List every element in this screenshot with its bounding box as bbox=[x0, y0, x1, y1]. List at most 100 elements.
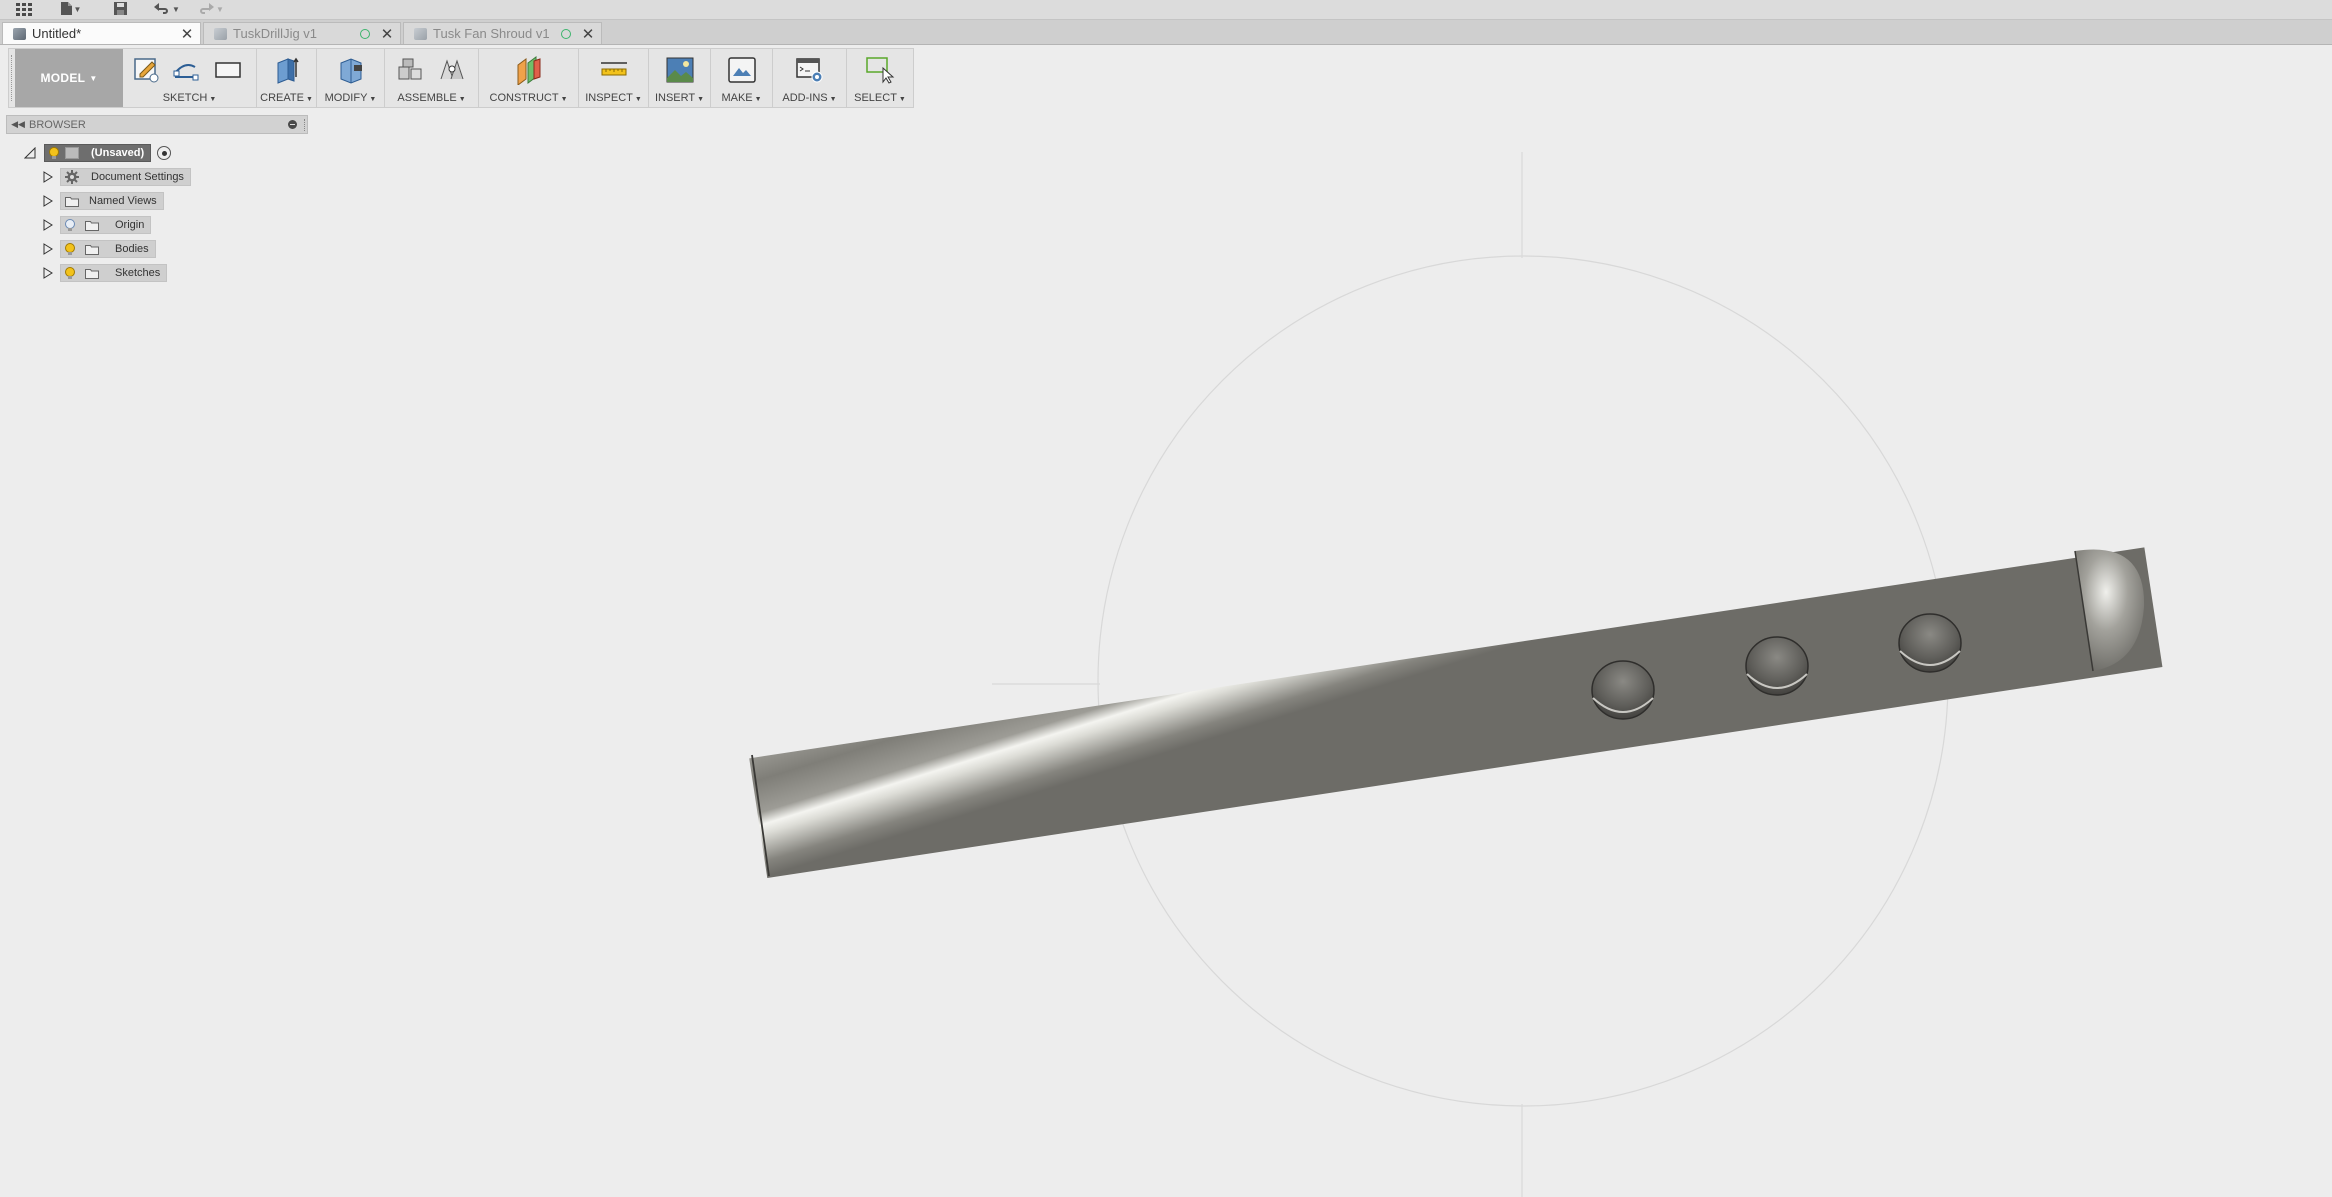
bodies-box[interactable]: Bodies bbox=[60, 240, 156, 258]
model-viewport[interactable] bbox=[0, 0, 2332, 1197]
browser-node-named-views[interactable]: Named Views bbox=[42, 192, 164, 210]
scripts-addins-icon[interactable] bbox=[795, 55, 825, 85]
select-menu[interactable]: SELECT ▼ bbox=[847, 92, 913, 104]
sync-status-icon bbox=[360, 28, 370, 39]
chevron-down-icon: ▼ bbox=[89, 73, 98, 83]
create-sketch-icon[interactable] bbox=[131, 55, 161, 85]
browser-node-document-settings[interactable]: Document Settings bbox=[42, 168, 191, 186]
assemble-group: ASSEMBLE ▼ bbox=[385, 49, 479, 107]
pin-panel-icon[interactable] bbox=[288, 120, 297, 129]
chevron-down-icon: ▼ bbox=[216, 5, 224, 14]
root-node-box[interactable]: (Unsaved) bbox=[44, 144, 152, 162]
measure-icon[interactable] bbox=[599, 55, 629, 85]
chevron-down-icon: ▼ bbox=[560, 96, 568, 103]
collapsed-triangle-icon[interactable] bbox=[42, 267, 54, 279]
folder-icon bbox=[85, 268, 99, 279]
drill-holes[interactable] bbox=[1591, 613, 1962, 720]
addins-menu[interactable]: ADD-INS ▼ bbox=[773, 92, 846, 104]
close-icon[interactable]: ✕ bbox=[581, 25, 595, 43]
chevron-down-icon: ▼ bbox=[898, 96, 906, 103]
panel-resize-handle[interactable] bbox=[304, 119, 307, 131]
save-button[interactable] bbox=[108, 0, 132, 19]
extrude-icon[interactable] bbox=[272, 55, 302, 85]
chevron-down-icon: ▼ bbox=[697, 96, 705, 103]
chevron-down-icon: ▼ bbox=[829, 96, 837, 103]
sync-status-icon bbox=[561, 28, 571, 39]
new-component-icon[interactable] bbox=[395, 55, 425, 85]
make-menu[interactable]: MAKE ▼ bbox=[711, 92, 772, 104]
create-menu[interactable]: CREATE ▼ bbox=[257, 92, 316, 104]
joint-icon[interactable] bbox=[437, 55, 467, 85]
design-document-icon bbox=[13, 27, 26, 40]
named-views-box[interactable]: Named Views bbox=[60, 192, 164, 210]
sketch-menu[interactable]: SKETCH ▼ bbox=[123, 92, 256, 104]
assemble-menu[interactable]: ASSEMBLE ▼ bbox=[385, 92, 478, 104]
chevron-down-icon: ▼ bbox=[458, 96, 466, 103]
activate-radio-icon[interactable] bbox=[157, 146, 172, 160]
redo-button[interactable]: ▼ bbox=[194, 0, 228, 19]
insert-image-icon[interactable] bbox=[665, 55, 695, 85]
3d-print-icon[interactable] bbox=[727, 55, 757, 85]
file-menu-button[interactable]: ▼ bbox=[56, 0, 86, 19]
origin-box[interactable]: Origin bbox=[60, 216, 152, 234]
tab-untitled[interactable]: Untitled* ✕ bbox=[2, 22, 201, 44]
toolbar-grip[interactable] bbox=[11, 55, 14, 101]
save-icon bbox=[113, 1, 127, 18]
data-panel-grid-icon[interactable] bbox=[12, 0, 36, 19]
document-settings-box[interactable]: Document Settings bbox=[60, 168, 191, 186]
browser-node-bodies[interactable]: Bodies bbox=[42, 240, 156, 258]
select-group: SELECT ▼ bbox=[847, 49, 913, 107]
addins-group: ADD-INS ▼ bbox=[773, 49, 847, 107]
collapsed-triangle-icon[interactable] bbox=[42, 195, 54, 207]
rectangle-icon[interactable] bbox=[213, 55, 243, 85]
select-icon[interactable] bbox=[865, 55, 895, 85]
chevron-down-icon: ▼ bbox=[634, 96, 642, 103]
browser-node-origin[interactable]: Origin bbox=[42, 216, 152, 234]
close-icon[interactable]: ✕ bbox=[380, 25, 394, 43]
collapsed-triangle-icon[interactable] bbox=[42, 171, 54, 183]
press-pull-icon[interactable] bbox=[336, 55, 366, 85]
tab-tuskdrilljig[interactable]: TuskDrillJig v1 ✕ bbox=[203, 22, 401, 44]
lightbulb-icon[interactable] bbox=[63, 242, 77, 256]
lightbulb-off-icon[interactable] bbox=[63, 218, 77, 232]
chevron-down-icon: ▼ bbox=[305, 96, 313, 103]
modify-label: MODIFY bbox=[324, 92, 368, 104]
browser-node-sketches[interactable]: Sketches bbox=[42, 264, 168, 282]
insert-menu[interactable]: INSERT ▼ bbox=[649, 92, 710, 104]
tab-tusk-fan-shroud[interactable]: Tusk Fan Shroud v1 ✕ bbox=[403, 22, 602, 44]
browser-panel-header: ◀◀ BROWSER bbox=[6, 115, 308, 134]
lightbulb-icon[interactable] bbox=[63, 266, 77, 280]
lightbulb-icon[interactable] bbox=[47, 146, 61, 160]
construct-group: CONSTRUCT ▼ bbox=[479, 49, 579, 107]
inspect-menu[interactable]: INSPECT ▼ bbox=[579, 92, 648, 104]
chevron-down-icon: ▼ bbox=[754, 96, 762, 103]
expanded-triangle-icon[interactable] bbox=[24, 147, 36, 159]
hole[interactable] bbox=[1745, 636, 1809, 696]
close-icon[interactable]: ✕ bbox=[180, 25, 194, 43]
tube-body[interactable] bbox=[749, 547, 2163, 878]
hole[interactable] bbox=[1591, 660, 1655, 720]
make-group: MAKE ▼ bbox=[711, 49, 773, 107]
root-label: (Unsaved) bbox=[91, 147, 145, 159]
ribbon-toolbar: MODEL ▼ SKETCH ▼ CREATE ▼ MODIFY ▼ ASSEM… bbox=[8, 48, 914, 108]
bodies-label: Bodies bbox=[115, 243, 149, 255]
hole[interactable] bbox=[1898, 613, 1962, 673]
workspace-switcher-button[interactable]: MODEL ▼ bbox=[15, 49, 123, 107]
modify-menu[interactable]: MODIFY ▼ bbox=[317, 92, 384, 104]
undo-icon bbox=[154, 2, 170, 17]
collapse-panel-icon[interactable]: ◀◀ bbox=[7, 119, 29, 130]
sketches-box[interactable]: Sketches bbox=[60, 264, 168, 282]
line-icon[interactable] bbox=[171, 55, 201, 85]
construct-menu[interactable]: CONSTRUCT ▼ bbox=[479, 92, 578, 104]
collapsed-triangle-icon[interactable] bbox=[42, 219, 54, 231]
tab-label: TuskDrillJig v1 bbox=[233, 26, 318, 41]
browser-root-node[interactable]: (Unsaved) bbox=[24, 144, 172, 162]
undo-button[interactable]: ▼ bbox=[150, 0, 184, 19]
offset-plane-icon[interactable] bbox=[514, 55, 544, 85]
browser-title: BROWSER bbox=[29, 118, 86, 131]
sketches-label: Sketches bbox=[115, 267, 161, 279]
collapsed-triangle-icon[interactable] bbox=[42, 243, 54, 255]
document-tab-bar: Untitled* ✕ TuskDrillJig v1 ✕ Tusk Fan S… bbox=[0, 20, 2332, 62]
make-label: MAKE bbox=[721, 92, 753, 104]
named-views-label: Named Views bbox=[89, 195, 157, 207]
